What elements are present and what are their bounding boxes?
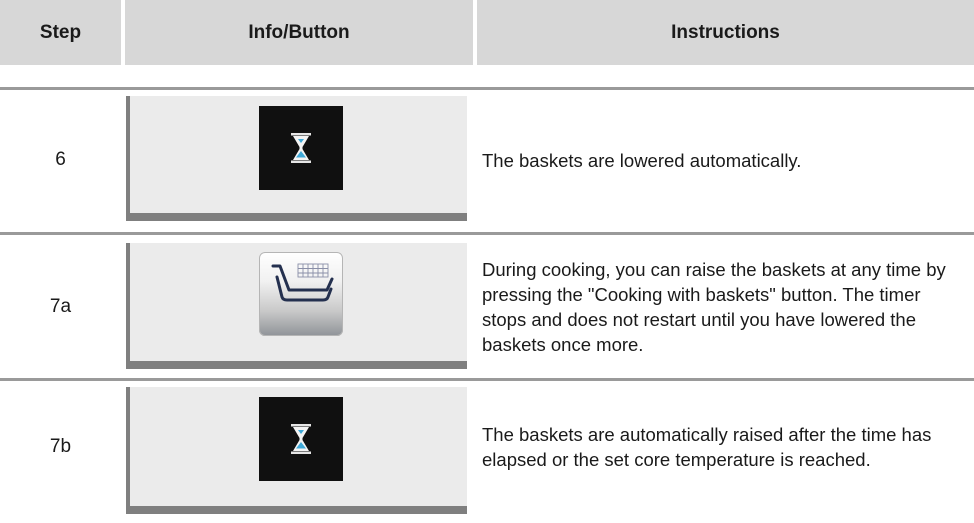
basket-glyph xyxy=(271,263,334,302)
table-row: 7b The baskets are automatically raised … xyxy=(0,381,974,523)
step-number: 7a xyxy=(49,295,72,317)
step-number: 6 xyxy=(55,149,66,170)
table-row: 7a During cooking, you can raise the bas… xyxy=(0,235,974,378)
header-info-button: Info/Button xyxy=(125,0,473,65)
hourglass-glyph xyxy=(291,424,311,454)
cooking-with-baskets-icon[interactable] xyxy=(259,252,343,336)
instruction-text: The baskets are lowered automatically. xyxy=(482,149,802,171)
hourglass-icon[interactable] xyxy=(259,397,343,481)
hourglass-icon[interactable] xyxy=(259,106,343,190)
header-step: Step xyxy=(0,0,121,65)
header-instructions: Instructions xyxy=(477,0,974,65)
instruction-text: During cooking, you can raise the basket… xyxy=(482,258,946,355)
info-button-panel xyxy=(126,387,467,514)
instruction-text: The baskets are automatically raised aft… xyxy=(482,424,932,470)
step-number: 7b xyxy=(49,436,72,457)
info-button-panel xyxy=(126,243,467,369)
table-row: 6 The baskets are lowered automatically. xyxy=(0,90,974,230)
info-button-panel xyxy=(126,96,467,221)
hourglass-glyph xyxy=(291,133,311,163)
